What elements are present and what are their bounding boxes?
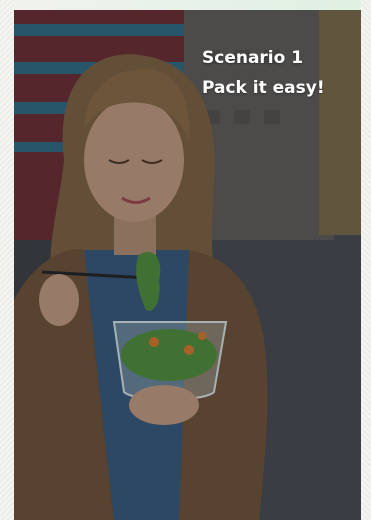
scenario-title: Scenario 1 Pack it easy!	[202, 43, 325, 103]
scenario-tagline: Pack it easy!	[202, 78, 325, 98]
scenario-label: Scenario 1	[202, 48, 304, 68]
right-texture-border	[361, 0, 371, 520]
top-border	[0, 0, 371, 10]
left-texture-border	[0, 0, 14, 520]
